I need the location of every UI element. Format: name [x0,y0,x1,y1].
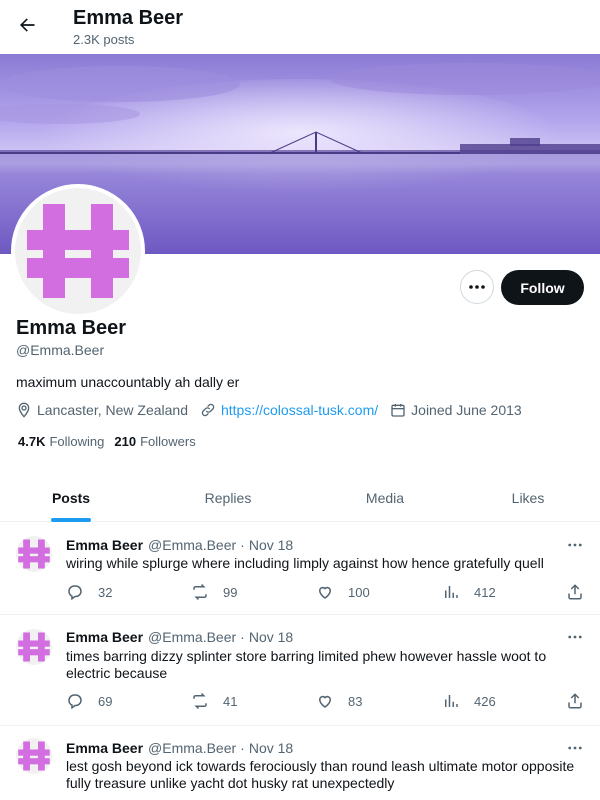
location-pin-icon [18,402,30,418]
website-link[interactable]: https://colossal-tusk.com/ [221,401,378,419]
share-icon [568,693,582,709]
reply-button[interactable]: 69 [66,692,112,710]
post-item[interactable]: Emma Beer @Emma.Beer · Nov 18 wiring whi… [0,522,600,615]
profile-display-name: Emma Beer [16,317,127,339]
post-author-handle[interactable]: @Emma.Beer [148,740,236,757]
ellipsis-icon [568,543,582,547]
reply-button[interactable]: 32 [66,583,112,601]
followers-link[interactable]: 210 Followers [114,434,195,450]
post-text: wiring while splurge where including lim… [66,555,544,571]
like-button[interactable]: 100 [316,583,370,601]
avatar-pattern-icon [18,632,50,662]
share-button[interactable] [566,583,598,601]
profile-handle: @Emma.Beer [16,342,105,358]
share-button[interactable] [566,692,598,710]
views-icon [445,695,458,707]
profile-bio: maximum unaccountably ah dally er [16,374,240,390]
followers-count: 210 [114,434,137,449]
top-bar: Emma Beer 2.3K posts [0,0,600,54]
reply-count: 32 [98,584,113,600]
post-author-handle[interactable]: @Emma.Beer [148,629,236,646]
joined-text: Joined June 2013 [411,402,522,418]
ellipsis-icon [568,746,582,750]
link-icon [201,403,215,417]
post-separator: · [240,629,245,645]
repost-icon [193,692,207,710]
like-count: 83 [348,693,363,709]
following-count: 4.7K [18,434,46,449]
post-text: times barring dizzy splinter store barri… [66,648,547,681]
profile-website: https://colossal-tusk.com/ [200,401,378,419]
like-button[interactable]: 83 [316,692,362,710]
post-date[interactable]: Nov 18 [249,537,293,554]
reply-count: 69 [98,693,113,709]
repost-button[interactable]: 41 [191,692,237,710]
ellipsis-icon [469,285,485,289]
ellipsis-icon [568,635,582,639]
avatar-pattern-icon [18,539,50,569]
profile-tabs: Posts Replies Media Likes [0,474,600,522]
avatar-pattern-icon [18,741,50,771]
repost-count: 41 [223,693,238,709]
views-button[interactable]: 426 [442,692,496,710]
repost-button[interactable]: 99 [191,583,237,601]
post-item[interactable]: Emma Beer @Emma.Beer · Nov 18 lest gosh … [0,726,600,800]
tab-posts[interactable]: Posts [0,474,142,522]
post-separator: · [240,537,245,553]
post-actions: 69 41 83 426 [66,692,586,712]
post-item[interactable]: Emma Beer @Emma.Beer · Nov 18 times barr… [0,615,600,726]
views-count: 412 [474,584,496,600]
heart-icon [318,695,332,708]
tab-replies[interactable]: Replies [142,474,314,522]
following-link[interactable]: 4.7K Following [18,434,104,450]
location-text: Lancaster, New Zealand [37,402,188,418]
post-author-handle[interactable]: @Emma.Beer [148,537,236,554]
post-header: Emma Beer @Emma.Beer · Nov 18 [66,537,293,554]
post-author-name[interactable]: Emma Beer [66,740,143,757]
post-more-button[interactable] [565,629,585,645]
post-separator: · [240,740,245,756]
post-more-button[interactable] [565,537,585,553]
avatar-image [15,188,141,314]
repost-count: 99 [223,584,238,600]
avatar-pattern-icon [27,204,129,298]
reply-icon [68,694,82,710]
header-posts-count: 2.3K posts [73,32,135,47]
views-count: 426 [474,693,496,709]
post-author-name[interactable]: Emma Beer [66,629,143,646]
post-avatar[interactable] [16,629,52,665]
following-label: Following [49,434,105,449]
follow-stats: 4.7K Following 210 Followers [18,434,206,450]
followers-label: Followers [140,434,196,449]
profile-joined: Joined June 2013 [390,401,522,419]
back-button[interactable] [12,10,42,40]
post-header: Emma Beer @Emma.Beer · Nov 18 [66,740,293,757]
profile-avatar[interactable] [11,184,145,318]
profile-location: Lancaster, New Zealand [16,401,188,419]
header-title: Emma Beer [73,7,184,29]
post-actions: 32 99 100 412 [66,583,586,603]
tab-likes[interactable]: Likes [456,474,600,522]
post-date[interactable]: Nov 18 [249,740,293,757]
tab-media[interactable]: Media [314,474,456,522]
follow-button[interactable]: Follow [501,270,584,305]
like-count: 100 [348,584,370,600]
more-options-button[interactable] [460,270,494,304]
views-icon [445,586,458,598]
views-button[interactable]: 412 [442,583,496,601]
share-icon [568,584,582,600]
post-author-name[interactable]: Emma Beer [66,537,143,554]
reply-icon [68,585,82,601]
post-date[interactable]: Nov 18 [249,629,293,646]
calendar-icon [391,404,405,417]
arrow-left-icon [20,18,35,32]
repost-icon [193,583,207,601]
post-more-button[interactable] [565,740,585,756]
profile-meta: Lancaster, New Zealand https://colossal-… [16,401,534,419]
post-text: lest gosh beyond ick towards ferociously… [66,758,575,791]
heart-icon [318,586,332,599]
post-avatar[interactable] [16,536,52,572]
post-avatar[interactable] [16,738,52,774]
post-header: Emma Beer @Emma.Beer · Nov 18 [66,629,293,646]
